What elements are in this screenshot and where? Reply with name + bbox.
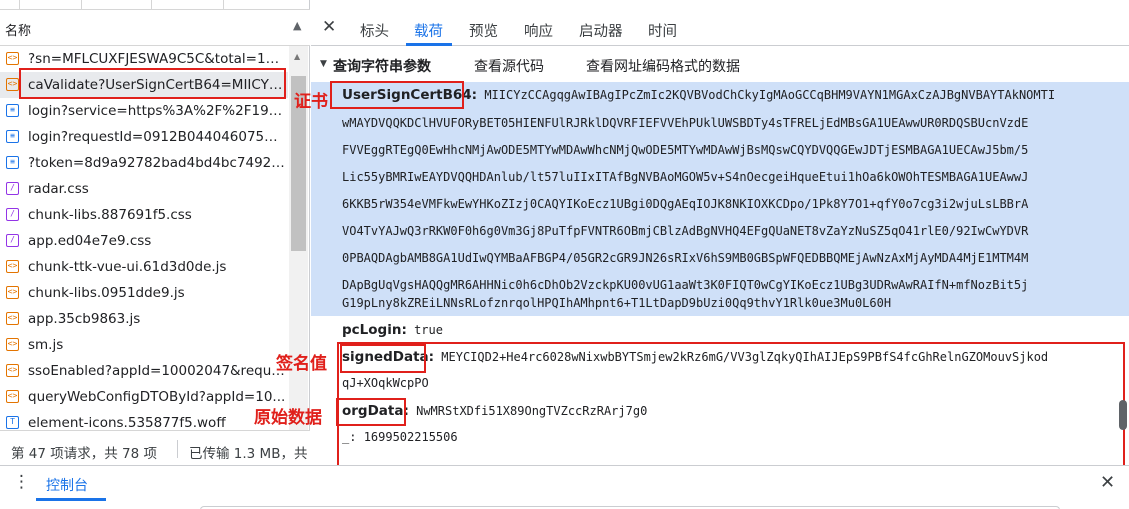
xhr-icon: <> (6, 78, 19, 91)
view-source-button[interactable]: 查看源代码 (474, 56, 544, 76)
sort-icon[interactable]: ▲ (293, 19, 301, 32)
xhr-icon: <> (6, 364, 19, 377)
request-list: <> ?sn=MFLCUXFJESWA9C5C&total=1&... <> c… (0, 46, 288, 430)
stylesheet-icon: / (6, 234, 19, 247)
active-drawer-tab-indicator (36, 498, 106, 501)
document-icon: ≡ (6, 156, 19, 169)
request-row[interactable]: / app.ed04e7e9.css (0, 228, 288, 254)
request-name: app.35cb9863.js (28, 311, 141, 327)
cert-value-line: wMAYDVQQKDClHVUFORyBET05HIENFUlRJRklDQVR… (342, 116, 1029, 130)
detail-tab-bar: ✕ 标头 载荷 预览 响应 启动器 时间 (311, 10, 1129, 46)
tab-timing[interactable]: 时间 (648, 20, 677, 41)
cert-param-highlight[interactable]: UserSignCertB64: MIICYzCCAgqgAwIBAgIPcZm… (311, 82, 1129, 316)
tab-initiator[interactable]: 启动器 (579, 20, 623, 41)
request-row[interactable]: <> chunk-libs.0951dde9.js (0, 280, 288, 306)
network-status-bar: 第 47 项请求，共 78 项 已传输 1.3 MB，共 (0, 430, 310, 465)
request-row[interactable]: <> chunk-ttk-vue-ui.61d3d0de.js (0, 254, 288, 280)
cert-value-line: 0PBAQDAgbAMB8GA1UdIwQYMBaAFBGP4/05GR2cGR… (342, 251, 1029, 265)
document-icon: ≡ (6, 130, 19, 143)
cert-value-line: VO4TvYAJwQ3rRKW0F0h6g0Vm3Gj8PuTfpFVNTR6O… (342, 224, 1029, 238)
signed-annotation: 签名值 (276, 354, 327, 374)
font-icon: T (6, 416, 19, 429)
request-row[interactable]: <> queryWebConfigDTOById?appId=10... (0, 384, 288, 410)
request-name: sm.js (28, 337, 64, 353)
request-list-panel: 名称 ▲ <> ?sn=MFLCUXFJESWA9C5C&total=1&...… (0, 0, 310, 465)
request-row[interactable]: / chunk-libs.887691f5.css (0, 202, 288, 228)
xhr-icon: <> (6, 52, 19, 65)
request-name: login?requestId=0912B04404607592... (28, 129, 286, 145)
transferred-text: 已传输 1.3 MB，共 (189, 446, 308, 462)
tab-console[interactable]: 控制台 (46, 475, 88, 495)
scroll-up-arrow-icon[interactable]: ▲ (294, 52, 300, 61)
script-icon: <> (6, 286, 19, 299)
request-name: chunk-libs.0951dde9.js (28, 285, 185, 301)
request-name: ?sn=MFLCUXFJESWA9C5C&total=1&... (28, 51, 286, 67)
cert-value-line: 6KKB5rW354eVMFkwEwYHKoZIzj0CAQYIKoEcz1UB… (342, 197, 1029, 211)
cert-value-line: FVVEggRTEgQ0EwHhcNMjAwODE5MTYwMDAwWhcNMj… (342, 143, 1029, 157)
close-drawer-icon[interactable]: ✕ (1100, 472, 1115, 493)
pc-login-value: true (414, 323, 443, 337)
signature-params-highlight-box (337, 342, 1125, 470)
pc-login-key: pcLogin: (342, 322, 407, 338)
tab-preview[interactable]: 预览 (469, 20, 498, 41)
query-string-section-header[interactable]: ▼ 查询字符串参数 查看源代码 查看网址编码格式的数据 (311, 47, 1129, 81)
request-row[interactable]: T element-icons.535877f5.woff (0, 410, 288, 430)
collapse-triangle-icon[interactable]: ▼ (320, 59, 327, 69)
request-detail-panel: ✕ 标头 载荷 预览 响应 启动器 时间 ▼ 查询字符串参数 查看源代码 查看网… (311, 0, 1129, 470)
request-name: chunk-libs.887691f5.css (28, 207, 192, 223)
request-name: ?token=8d9a92782bad4bd4bc7492b... (28, 155, 286, 171)
request-name: queryWebConfigDTOById?appId=10... (28, 389, 286, 405)
pc-login-param-row[interactable]: pcLogin: true (342, 322, 443, 338)
request-row[interactable]: / radar.css (0, 176, 288, 202)
request-row[interactable]: <> app.35cb9863.js (0, 306, 288, 332)
console-drawer: ⋮ 控制台 ✕ (0, 465, 1129, 509)
selected-request-highlight-box (19, 68, 286, 99)
detail-scrollbar[interactable] (1119, 400, 1127, 458)
request-row[interactable]: ≡ ?token=8d9a92782bad4bd4bc7492b... (0, 150, 288, 176)
tab-headers[interactable]: 标头 (360, 20, 389, 41)
tab-payload[interactable]: 载荷 (414, 20, 443, 41)
request-name: login?service=https%3A%2F%2F19.1... (28, 103, 286, 119)
request-name: radar.css (28, 181, 89, 197)
request-row[interactable]: ≡ login?service=https%3A%2F%2F19.1... (0, 98, 288, 124)
scrollbar-thumb[interactable] (1119, 400, 1127, 430)
view-url-encoded-button[interactable]: 查看网址编码格式的数据 (586, 56, 740, 76)
script-icon: <> (6, 312, 19, 325)
name-column-label: 名称 (5, 24, 32, 39)
document-icon: ≡ (6, 104, 19, 117)
close-icon[interactable]: ✕ (322, 17, 336, 37)
request-row[interactable]: ≡ login?requestId=0912B04404607592... (0, 124, 288, 150)
request-row[interactable]: <> sm.js (0, 332, 288, 358)
request-count-text: 第 47 项请求，共 78 项 (11, 446, 158, 462)
stylesheet-icon: / (6, 208, 19, 221)
tab-response[interactable]: 响应 (524, 20, 553, 41)
org-annotation: 原始数据 (254, 408, 322, 428)
cert-value-line: DApBgUqVgsHAQQgMR6AHHNic0h6cDhOb2VzckpKU… (342, 278, 1029, 292)
cert-key-highlight-box (330, 81, 464, 109)
active-tab-indicator (406, 43, 452, 46)
script-icon: <> (6, 338, 19, 351)
name-column-header[interactable]: 名称 ▲ (0, 10, 310, 46)
script-icon: <> (6, 260, 19, 273)
cert-value-line: G19pLny8kZREiLNNsRLofznrqolHPQIhAMhpnt6+… (342, 296, 892, 310)
request-row[interactable]: <> ssoEnabled?appId=10002047&reque... (0, 358, 288, 384)
stylesheet-icon: / (6, 182, 19, 195)
section-title: 查询字符串参数 (333, 59, 431, 75)
more-options-icon[interactable]: ⋮ (13, 472, 30, 492)
xhr-icon: <> (6, 390, 19, 403)
status-divider (177, 440, 178, 458)
cert-annotation: 证书 (294, 92, 328, 112)
request-name: element-icons.535877f5.woff (28, 415, 226, 430)
request-name: app.ed04e7e9.css (28, 233, 152, 249)
request-name: chunk-ttk-vue-ui.61d3d0de.js (28, 259, 227, 275)
cert-value-line: Lic55yBMRIwEAYDVQQHDAnlub/lt57luIIxITAfB… (342, 170, 1029, 184)
filter-strip (0, 0, 310, 10)
request-name: ssoEnabled?appId=10002047&reque... (28, 363, 286, 379)
cert-value-first: MIICYzCCAgqgAwIBAgIPcZmIc2KQVBVodChCkyIg… (484, 88, 1056, 102)
